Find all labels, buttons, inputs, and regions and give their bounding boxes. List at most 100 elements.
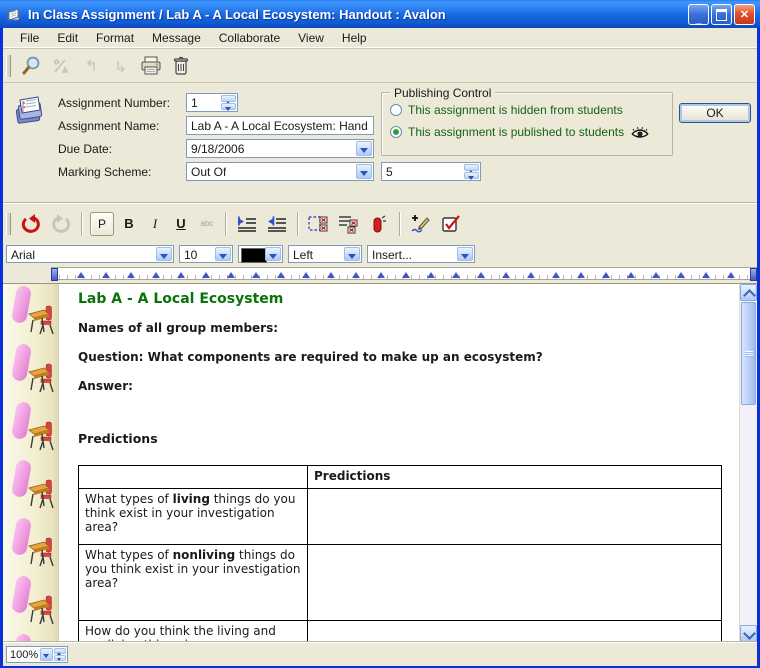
tab-stop-marker[interactable] [577, 268, 585, 278]
tab-stop-marker[interactable] [127, 268, 135, 278]
color-swatch [241, 248, 267, 263]
number-spinner[interactable] [221, 95, 236, 110]
scroll-down-icon[interactable] [740, 625, 757, 642]
minimize-button[interactable]: _ [688, 4, 709, 25]
menu-collaborate[interactable]: Collaborate [210, 29, 289, 47]
tab-stop-marker[interactable] [152, 268, 160, 278]
marking-value-stepper[interactable]: 5 [381, 162, 481, 181]
tab-stop-marker[interactable] [277, 268, 285, 278]
vertical-scrollbar[interactable] [739, 284, 757, 643]
tab-stop-marker[interactable] [677, 268, 685, 278]
menu-help[interactable]: Help [333, 29, 376, 47]
tab-stop-marker[interactable] [477, 268, 485, 278]
toolbar-grip[interactable] [6, 55, 11, 77]
assignment-number-stepper[interactable]: 1 [186, 93, 238, 112]
approve-checkbox-icon[interactable] [438, 211, 464, 237]
titlebar[interactable]: In Class Assignment / Lab A - A Local Ec… [0, 0, 760, 29]
toolbar-grip[interactable] [6, 213, 11, 235]
zoom-level-select[interactable]: 100% [6, 646, 68, 663]
assignment-name-input[interactable]: Lab A - A Local Ecosystem: Hand [186, 116, 374, 135]
menu-edit[interactable]: Edit [48, 29, 87, 47]
radio-icon[interactable] [390, 104, 402, 116]
underline-button[interactable]: U [170, 213, 192, 235]
document-content[interactable]: Lab A - A Local Ecosystem Names of all g… [58, 284, 739, 643]
chevron-down-icon[interactable] [457, 247, 473, 261]
chevron-down-icon[interactable] [215, 247, 231, 261]
chevron-down-icon[interactable] [265, 247, 281, 261]
next-icon [108, 53, 134, 79]
marking-scheme-select[interactable]: Out Of [186, 162, 374, 181]
tab-stop-marker[interactable] [327, 268, 335, 278]
indent-icon[interactable] [234, 211, 260, 237]
field-select-icon[interactable] [306, 211, 332, 237]
print-icon[interactable] [138, 53, 164, 79]
add-signature-icon[interactable] [408, 211, 434, 237]
menu-file[interactable]: File [11, 29, 48, 47]
chevron-down-icon[interactable] [156, 247, 172, 261]
ok-button[interactable]: OK [679, 103, 751, 123]
tab-stop-marker[interactable] [727, 268, 735, 278]
font-family-select[interactable]: Arial [6, 245, 174, 263]
search-icon[interactable] [18, 53, 44, 79]
field-list-icon[interactable] [336, 211, 362, 237]
predictions-heading: Predictions [78, 431, 739, 446]
left-margin-marker[interactable] [51, 268, 58, 281]
menu-format[interactable]: Format [87, 29, 143, 47]
delete-icon[interactable] [168, 53, 194, 79]
tab-stop-marker[interactable] [602, 268, 610, 278]
outdent-icon[interactable] [264, 211, 290, 237]
document-area[interactable]: Lab A - A Local Ecosystem Names of all g… [3, 283, 757, 643]
due-date-label: Due Date: [58, 142, 112, 156]
tab-stop-marker[interactable] [427, 268, 435, 278]
prev-icon [78, 53, 104, 79]
tab-stop-marker[interactable] [177, 268, 185, 278]
radio-hidden-option[interactable]: This assignment is hidden from students [390, 103, 623, 117]
value-spinner[interactable] [464, 164, 479, 179]
font-size-select[interactable]: 10 [179, 245, 233, 263]
radio-published-option[interactable]: This assignment is published to students [390, 125, 650, 139]
tab-stop-marker[interactable] [502, 268, 510, 278]
answer-cell[interactable] [308, 545, 722, 621]
maximize-button[interactable] [711, 4, 732, 25]
tab-stop-marker[interactable] [102, 268, 110, 278]
italic-button[interactable]: I [144, 213, 166, 235]
menu-message[interactable]: Message [143, 29, 210, 47]
publishing-control-title: Publishing Control [390, 86, 495, 100]
tab-stop-marker[interactable] [652, 268, 660, 278]
tab-stop-marker[interactable] [77, 268, 85, 278]
tab-stop-marker[interactable] [227, 268, 235, 278]
paragraph-style-button[interactable]: P [90, 212, 114, 236]
tab-stop-marker[interactable] [452, 268, 460, 278]
font-color-select[interactable] [238, 245, 283, 263]
due-date-select[interactable]: 9/18/2006 [186, 139, 374, 158]
scroll-up-icon[interactable] [740, 284, 757, 301]
chevron-down-icon[interactable] [356, 141, 372, 156]
recording-icon[interactable] [366, 211, 392, 237]
menu-view[interactable]: View [289, 29, 333, 47]
ruler-track[interactable] [51, 267, 757, 280]
chevron-down-icon[interactable] [344, 247, 360, 261]
tab-stop-marker[interactable] [402, 268, 410, 278]
tab-stop-marker[interactable] [352, 268, 360, 278]
right-margin-marker[interactable] [750, 268, 757, 281]
answer-cell[interactable] [308, 489, 722, 545]
zoom-spinner[interactable] [54, 648, 66, 661]
tab-stop-marker[interactable] [627, 268, 635, 278]
tab-stop-marker[interactable] [377, 268, 385, 278]
chevron-down-icon[interactable] [356, 164, 372, 179]
insert-select[interactable]: Insert... [367, 245, 475, 263]
tab-stop-marker[interactable] [702, 268, 710, 278]
chevron-down-icon[interactable] [40, 648, 53, 661]
tab-stop-marker[interactable] [552, 268, 560, 278]
undo-icon[interactable] [18, 211, 44, 237]
tab-stop-marker[interactable] [202, 268, 210, 278]
tab-stop-marker[interactable] [527, 268, 535, 278]
scrollbar-thumb[interactable] [741, 302, 756, 405]
answer-cell[interactable] [308, 621, 722, 644]
bold-button[interactable]: B [118, 213, 140, 235]
close-button[interactable]: ✕ [734, 4, 755, 25]
alignment-select[interactable]: Left [288, 245, 362, 263]
radio-selected-icon[interactable] [390, 126, 402, 138]
tab-stop-marker[interactable] [252, 268, 260, 278]
tab-stop-marker[interactable] [302, 268, 310, 278]
